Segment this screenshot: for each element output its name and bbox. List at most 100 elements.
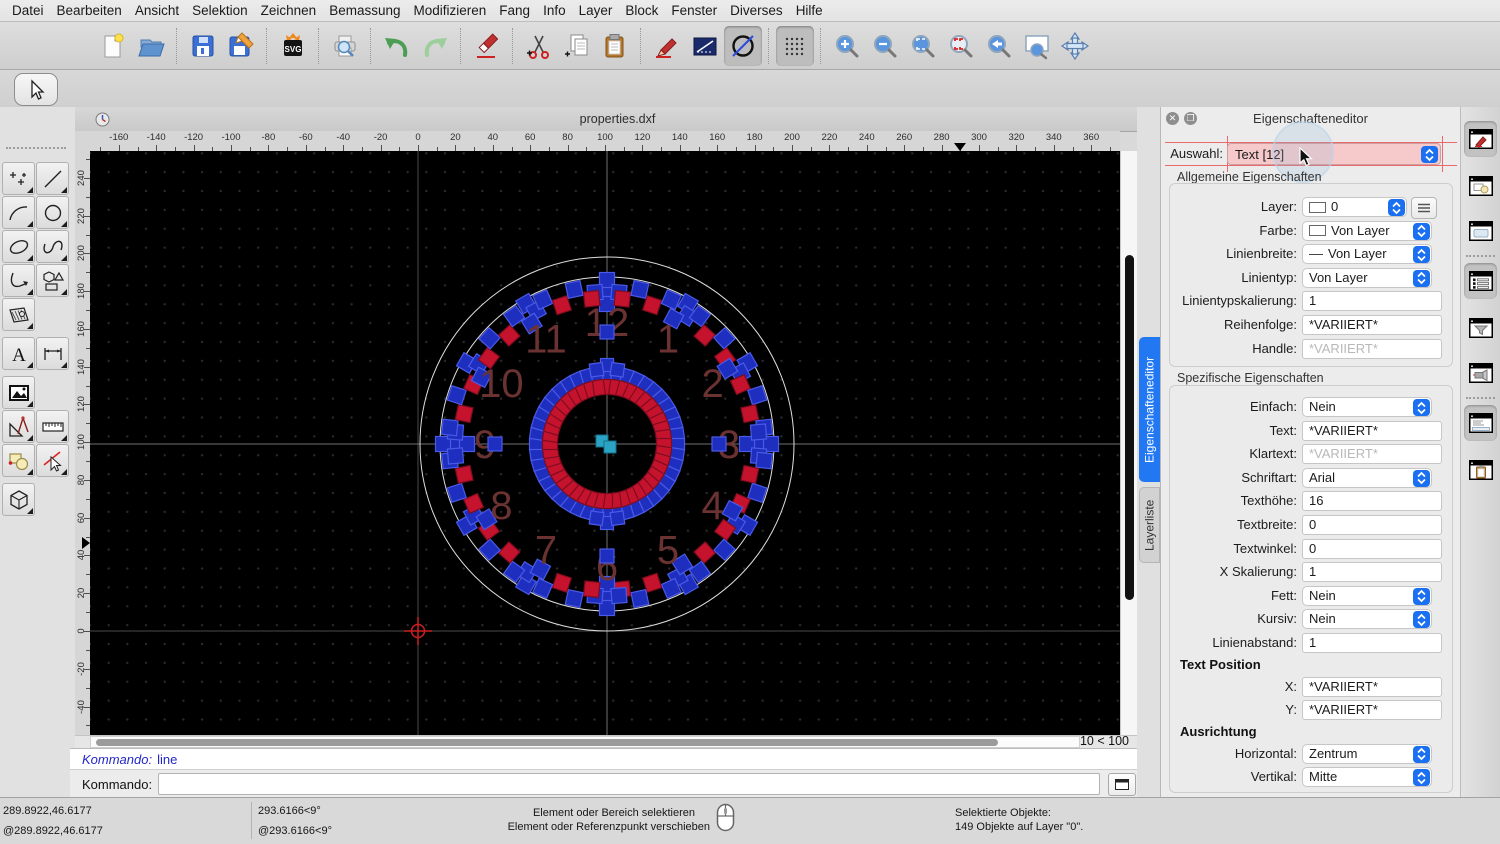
menu-item-fenster[interactable]: Fenster [671,3,717,18]
save-button[interactable] [184,26,222,66]
stepper-icon[interactable] [1413,745,1430,763]
zoom-window-button[interactable] [1018,26,1056,66]
save-as-button[interactable] [222,26,260,66]
copy-button[interactable] [558,26,596,66]
tool-shape[interactable] [36,264,69,297]
cut-button[interactable] [520,26,558,66]
select-linienbreite[interactable]: Von Layer [1302,244,1432,265]
select-schriftart[interactable]: Arial [1302,467,1432,488]
stepper-icon[interactable] [1421,146,1438,163]
zoom-selection-button[interactable] [942,26,980,66]
tab-eigenschafteneditor[interactable]: Eigenschafteneditor [1139,337,1160,482]
input-texthöhe[interactable]: 16 [1302,491,1442,512]
stepper-icon[interactable] [1388,199,1405,216]
zoom-previous-button[interactable] [980,26,1018,66]
menu-item-bearbeiten[interactable]: Bearbeiten [57,3,122,18]
menu-item-info[interactable]: Info [543,3,566,18]
tool-polyline[interactable] [2,264,35,297]
command-panel-button[interactable] [1108,772,1137,796]
tool-select-contour[interactable] [36,444,69,477]
tool-solid-3d[interactable] [2,483,35,516]
tool-measure[interactable] [36,410,69,443]
open-file-button[interactable] [132,26,170,66]
selection-dropdown[interactable]: Text [12] [1227,143,1441,165]
select-einfach[interactable]: Nein [1302,397,1432,417]
dock-clipboard-button[interactable] [1464,452,1497,488]
menu-item-bemassung[interactable]: Bemassung [329,3,400,18]
erase-button[interactable] [468,26,506,66]
menu-item-layer[interactable]: Layer [579,3,613,18]
dock-block-list-button[interactable] [1464,168,1497,204]
input-klartext[interactable]: *VARIIERT* [1302,444,1442,465]
zoom-auto-button[interactable] [904,26,942,66]
stepper-icon[interactable] [1413,469,1430,487]
menu-item-zeichnen[interactable]: Zeichnen [261,3,317,18]
dock-command-line-button[interactable] [1464,405,1497,441]
tool-ellipse[interactable] [2,230,35,263]
input-x[interactable]: *VARIIERT* [1302,676,1442,697]
stepper-icon[interactable] [1413,769,1430,787]
tool-arc[interactable] [2,196,35,229]
input-x-skalierung[interactable]: 1 [1302,562,1442,583]
tool-text[interactable]: A [2,337,35,370]
stepper-icon[interactable] [1413,611,1430,629]
select-layer[interactable]: 0 [1302,197,1407,217]
tab-layerliste[interactable]: Layerliste [1139,487,1160,563]
selection-pointer-button[interactable] [14,73,58,106]
input-text[interactable]: *VARIIERT* [1302,420,1442,441]
dock-selection-filter-button[interactable] [1464,310,1497,346]
layer-menu-button[interactable] [1411,197,1437,219]
stepper-icon[interactable] [1413,587,1430,605]
input-textwinkel[interactable]: 0 [1302,538,1442,559]
tool-line[interactable] [36,162,69,195]
tool-circle[interactable] [36,196,69,229]
select-kursiv[interactable]: Nein [1302,609,1432,630]
horizontal-scrollbar[interactable] [90,736,1080,748]
drawing-canvas[interactable]: 1 2 3 4 5 6 7 8 9 10 11 12 [90,151,1120,735]
redo-button[interactable] [416,26,454,66]
select-farbe[interactable]: Von Layer [1302,220,1432,241]
stepper-icon[interactable] [1413,269,1430,287]
vertical-scrollbar[interactable] [1120,151,1137,735]
line-angle-mode-button[interactable] [686,26,724,66]
menu-item-hilfe[interactable]: Hilfe [796,3,823,18]
menu-item-fang[interactable]: Fang [499,3,530,18]
select-fett[interactable]: Nein [1302,585,1432,606]
stepper-icon[interactable] [1413,399,1430,416]
input-linientypskalierung[interactable]: 1 [1302,291,1442,312]
pan-view-button[interactable] [1056,26,1094,66]
input-handle[interactable]: *VARIIERT* [1302,338,1442,359]
tool-block-edit[interactable] [2,444,35,477]
menu-item-datei[interactable]: Datei [12,3,44,18]
grid-toggle-button[interactable] [776,25,814,66]
tool-hatch[interactable] [2,298,35,331]
tool-draft[interactable] [2,410,35,443]
stepper-icon[interactable] [1413,246,1430,264]
dock-view-list-button[interactable] [1464,213,1497,249]
vertical-scrollbar-thumb[interactable] [1125,255,1134,600]
input-textbreite[interactable]: 0 [1302,514,1442,535]
tool-image[interactable] [2,376,35,409]
tool-dimension[interactable] [36,337,69,370]
tool-point[interactable] [2,162,35,195]
input-linienabstand[interactable]: 1 [1302,632,1442,653]
horizontal-scrollbar-thumb[interactable] [96,739,998,746]
zoom-in-button[interactable] [828,26,866,66]
command-input[interactable] [158,773,1101,795]
input-reihenfolge[interactable]: *VARIIERT* [1302,314,1442,335]
document-tab-title[interactable]: properties.dxf [75,112,1160,126]
print-preview-button[interactable] [326,26,364,66]
paste-button[interactable] [596,26,634,66]
circle-tangent-mode-button[interactable] [724,25,762,66]
input-y[interactable]: *VARIIERT* [1302,700,1442,721]
new-file-button[interactable] [94,26,132,66]
dock-library-browser-button[interactable] [1464,355,1497,391]
dock-property-editor-button[interactable] [1464,121,1497,157]
menu-item-block[interactable]: Block [625,3,658,18]
undo-button[interactable] [378,26,416,66]
svg-export-button[interactable]: SVG [274,26,312,66]
select-horizontal[interactable]: Zentrum [1302,743,1432,764]
menu-item-selektion[interactable]: Selektion [192,3,248,18]
menu-item-modifizieren[interactable]: Modifizieren [414,3,487,18]
dock-list-panel-button[interactable] [1464,263,1497,299]
